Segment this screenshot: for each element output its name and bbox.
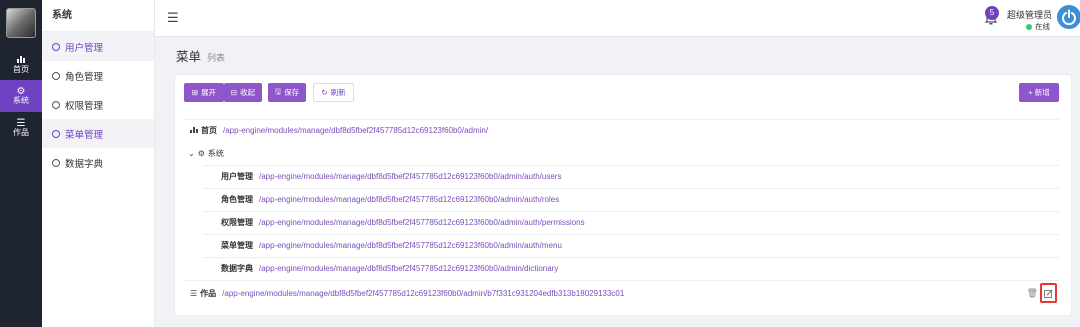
sidebar-item-label: 用户管理 [65,42,104,54]
page-subtitle: 列表 [207,53,226,63]
refresh-button[interactable]: ↻ 刷新 [313,83,354,102]
add-button[interactable]: + 新增 [1019,83,1059,102]
tree-item-permissions[interactable]: 权限管理 /app-engine/modules/manage/dbf8d5fb… [203,211,1059,233]
sidebar-item-roles[interactable]: 角色管理 [42,61,154,90]
tree-item-menu[interactable]: 菜单管理 /app-engine/modules/manage/dbf8d5fb… [203,234,1059,256]
refresh-icon: ↻ [321,88,328,97]
rail-item-works[interactable]: ☰ 作品 [0,112,42,144]
rail-item-system[interactable]: ⚙ 系统 [0,80,42,112]
sidebar-item-label: 权限管理 [65,100,104,112]
tree-item-path: /app-engine/modules/manage/dbf8d5fbef2f4… [259,218,585,227]
tree-item-path: /app-engine/modules/manage/dbf8d5fbef2f4… [259,241,562,250]
tree-item-home[interactable]: 首页 /app-engine/modules/manage/dbf8d5fbef… [185,119,1059,141]
tree-item-path: /app-engine/modules/manage/dbf8d5fbef2f4… [259,195,560,204]
tree-item-label: 系统 [207,148,224,158]
user-status-text: 在线 [1035,22,1050,31]
sidebar-item-dictionary[interactable]: 数据字典 [42,148,154,177]
expand-button[interactable]: ⊞ 展开 [184,83,224,102]
tree-item-works[interactable]: ☰ 作品 /app-engine/modules/manage/dbf8d5fb… [185,280,1059,306]
sidebar-item-permissions[interactable]: 权限管理 [42,90,154,119]
tree-item-label: 用户管理 [221,172,253,181]
tree-item-path: /app-engine/modules/manage/dbf8d5fbef2f4… [259,172,562,181]
tree-item-path: /app-engine/modules/manage/dbf8d5fbef2f4… [222,289,625,298]
tree-item-label: 角色管理 [221,195,253,204]
page-heading: 菜单 列表 [176,46,225,65]
avatar[interactable] [1057,5,1080,29]
tree-item-system[interactable]: ⌄ ⚙ 系统 [185,142,1059,164]
chevron-down-icon[interactable]: ⌄ [188,149,195,158]
expand-icon: ⊞ [191,88,199,97]
hamburger-menu-icon[interactable]: ☰ [167,10,179,26]
save-button[interactable]: 🖫 保存 [268,83,306,102]
gear-icon: ⚙ [197,148,205,158]
circle-icon [52,71,60,80]
save-label: 保存 [284,88,300,97]
expand-label: 展开 [201,88,217,97]
collapse-label: 收起 [240,88,256,97]
row-actions: 🗑 [1027,283,1057,303]
tree-item-dictionary[interactable]: 数据字典 /app-engine/modules/manage/dbf8d5fb… [203,257,1059,279]
edit-icon [1044,289,1053,298]
online-dot-icon [1026,23,1032,30]
circle-icon [52,100,60,109]
top-bar: ☰ 5 超级管理员 在线 [155,0,1080,37]
delete-icon[interactable]: 🗑 [1027,288,1038,299]
rail-item-label: 系统 [13,95,29,105]
refresh-label: 刷新 [330,88,346,97]
rail-item-label: 作品 [13,127,29,137]
icon-rail: 首页 ⚙ 系统 ☰ 作品 [0,0,42,327]
tree-item-label: 作品 [200,289,217,298]
sidebar-item-label: 角色管理 [65,71,104,83]
sidebar-title: 系统 [42,0,154,32]
tree-item-users[interactable]: 用户管理 /app-engine/modules/manage/dbf8d5fb… [203,165,1059,187]
tree-item-path: /app-engine/modules/manage/dbf8d5fbef2f4… [259,264,559,273]
tree-item-label: 权限管理 [221,218,253,227]
sidebar-item-users[interactable]: 用户管理 [42,32,154,61]
tree-item-label: 菜单管理 [221,241,253,250]
bar-chart-icon [16,54,26,66]
sidebar-item-label: 菜单管理 [65,129,104,141]
circle-icon [52,158,60,167]
sidebar-item-label: 数据字典 [65,158,104,170]
sidebar-item-menu[interactable]: 菜单管理 [42,119,154,148]
power-icon [1062,9,1076,25]
tree-item-label: 首页 [201,126,217,135]
collapse-button[interactable]: ⊟ 收起 [224,83,262,102]
user-status: 在线 [1026,21,1050,32]
notification-count-badge: 5 [985,6,999,20]
user-name[interactable]: 超级管理员 [1007,8,1052,21]
menu-tree-card: ⊞ 展开 ⊟ 收起 🖫 保存 ↻ 刷新 + 新增 首页 /app-engine/… [175,75,1071,315]
rail-item-home[interactable]: 首页 [0,48,42,80]
app-logo [6,8,36,38]
bar-chart-icon [190,126,198,135]
edit-button[interactable] [1040,283,1057,303]
collapse-icon: ⊟ [230,88,238,97]
page-title: 菜单 [176,50,202,64]
list-icon: ☰ [190,289,198,298]
tree-item-label: 数据字典 [221,264,253,273]
circle-icon [52,42,60,51]
rail-item-label: 首页 [13,64,29,74]
tree-item-path: /app-engine/modules/manage/dbf8d5fbef2f4… [223,126,489,135]
tree-item-roles[interactable]: 角色管理 /app-engine/modules/manage/dbf8d5fb… [203,188,1059,210]
save-icon: 🖫 [274,87,282,96]
secondary-sidebar: 系统 用户管理 角色管理 权限管理 菜单管理 数据字典 [42,0,155,327]
circle-icon [52,129,60,138]
